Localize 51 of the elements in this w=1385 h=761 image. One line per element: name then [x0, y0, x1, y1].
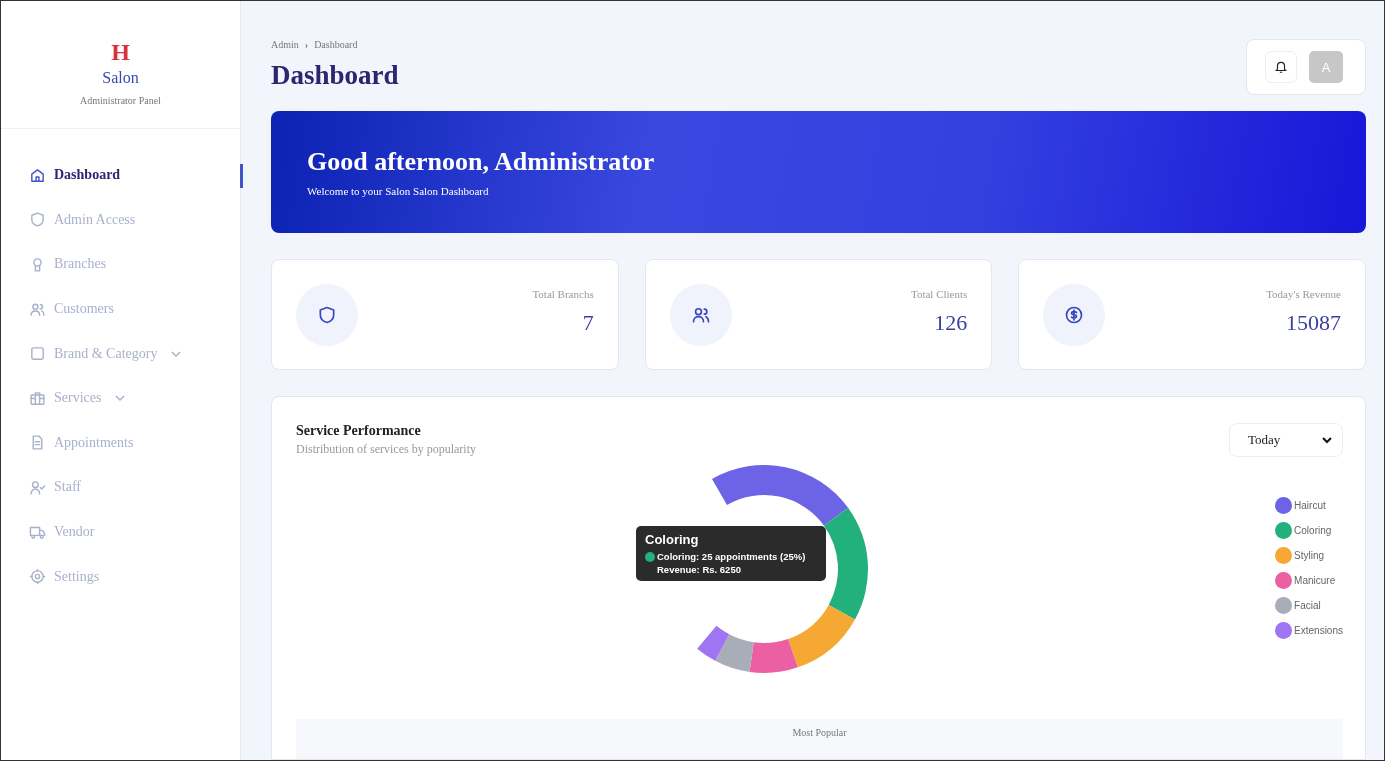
breadcrumb-item[interactable]: Dashboard	[314, 39, 358, 50]
nav-item[interactable]: Appointments	[25, 420, 240, 466]
legend-label: Haircut	[1294, 500, 1326, 511]
legend-label: Manicure	[1294, 575, 1336, 586]
nav-item[interactable]: Vendor	[25, 509, 240, 555]
breadcrumb-item[interactable]: Admin	[271, 39, 299, 50]
legend-label: Extensions	[1294, 625, 1343, 636]
settings-icon	[29, 568, 46, 586]
brand-name: Salon	[102, 69, 139, 87]
shield-icon	[317, 304, 337, 325]
logo: H	[111, 39, 130, 65]
summary-label: Most Popular	[792, 727, 847, 740]
stat-value: 7	[581, 309, 594, 336]
bell-icon	[1274, 60, 1288, 74]
nav-item[interactable]: Customers	[25, 286, 240, 332]
greeting-subtitle: Welcome to your Salon Salon Dashboard	[307, 185, 490, 197]
notifications-button[interactable]	[1265, 51, 1297, 83]
square-icon	[29, 345, 46, 363]
nav-item[interactable]: Branches	[25, 242, 240, 287]
legend-label: Styling	[1294, 550, 1325, 561]
stat-label: Today's Revenue	[1266, 287, 1341, 300]
donut-segment	[715, 634, 754, 672]
legend-label: Coloring	[1294, 525, 1332, 536]
breadcrumb-separator: ›	[304, 39, 309, 50]
shield-icon	[29, 211, 46, 229]
stat-value: 126	[933, 309, 968, 336]
nav-item[interactable]: Services	[25, 375, 240, 421]
avatar[interactable]: A	[1309, 51, 1343, 83]
card-subtitle: Distribution of services by popularity	[296, 442, 476, 457]
user-check-icon	[29, 478, 46, 496]
nav-item[interactable]: Dashboard	[25, 153, 241, 198]
chevron-down-icon	[1322, 435, 1332, 445]
home-icon	[29, 166, 46, 184]
stat-label: Total Clients	[910, 287, 968, 300]
donut-segment	[697, 625, 730, 661]
dollar-icon	[1064, 304, 1085, 325]
card-title: Service Performance	[296, 423, 422, 439]
nav-item[interactable]: Staff	[25, 465, 240, 510]
stat-label: Total Branchs	[532, 287, 594, 300]
users-icon	[29, 300, 46, 318]
legend-label: Facial	[1294, 600, 1321, 611]
stat-value: 15087	[1285, 309, 1341, 336]
period-select[interactable]: Today	[1229, 423, 1343, 457]
building-icon	[29, 389, 46, 407]
nav-item[interactable]: Brand & Category	[25, 331, 240, 376]
brand-subtitle: Administrator Panel	[80, 95, 161, 106]
chart-tooltip: Coloring Coloring: 25 appointments (25%) Revenue: Rs. 6250	[636, 526, 826, 581]
nav-item[interactable]: Settings	[25, 554, 240, 599]
page-title: Dashboard	[271, 60, 399, 91]
greeting-title: Good afternoon, Administrator	[307, 147, 656, 177]
nav-item[interactable]: Admin Access	[25, 197, 240, 243]
